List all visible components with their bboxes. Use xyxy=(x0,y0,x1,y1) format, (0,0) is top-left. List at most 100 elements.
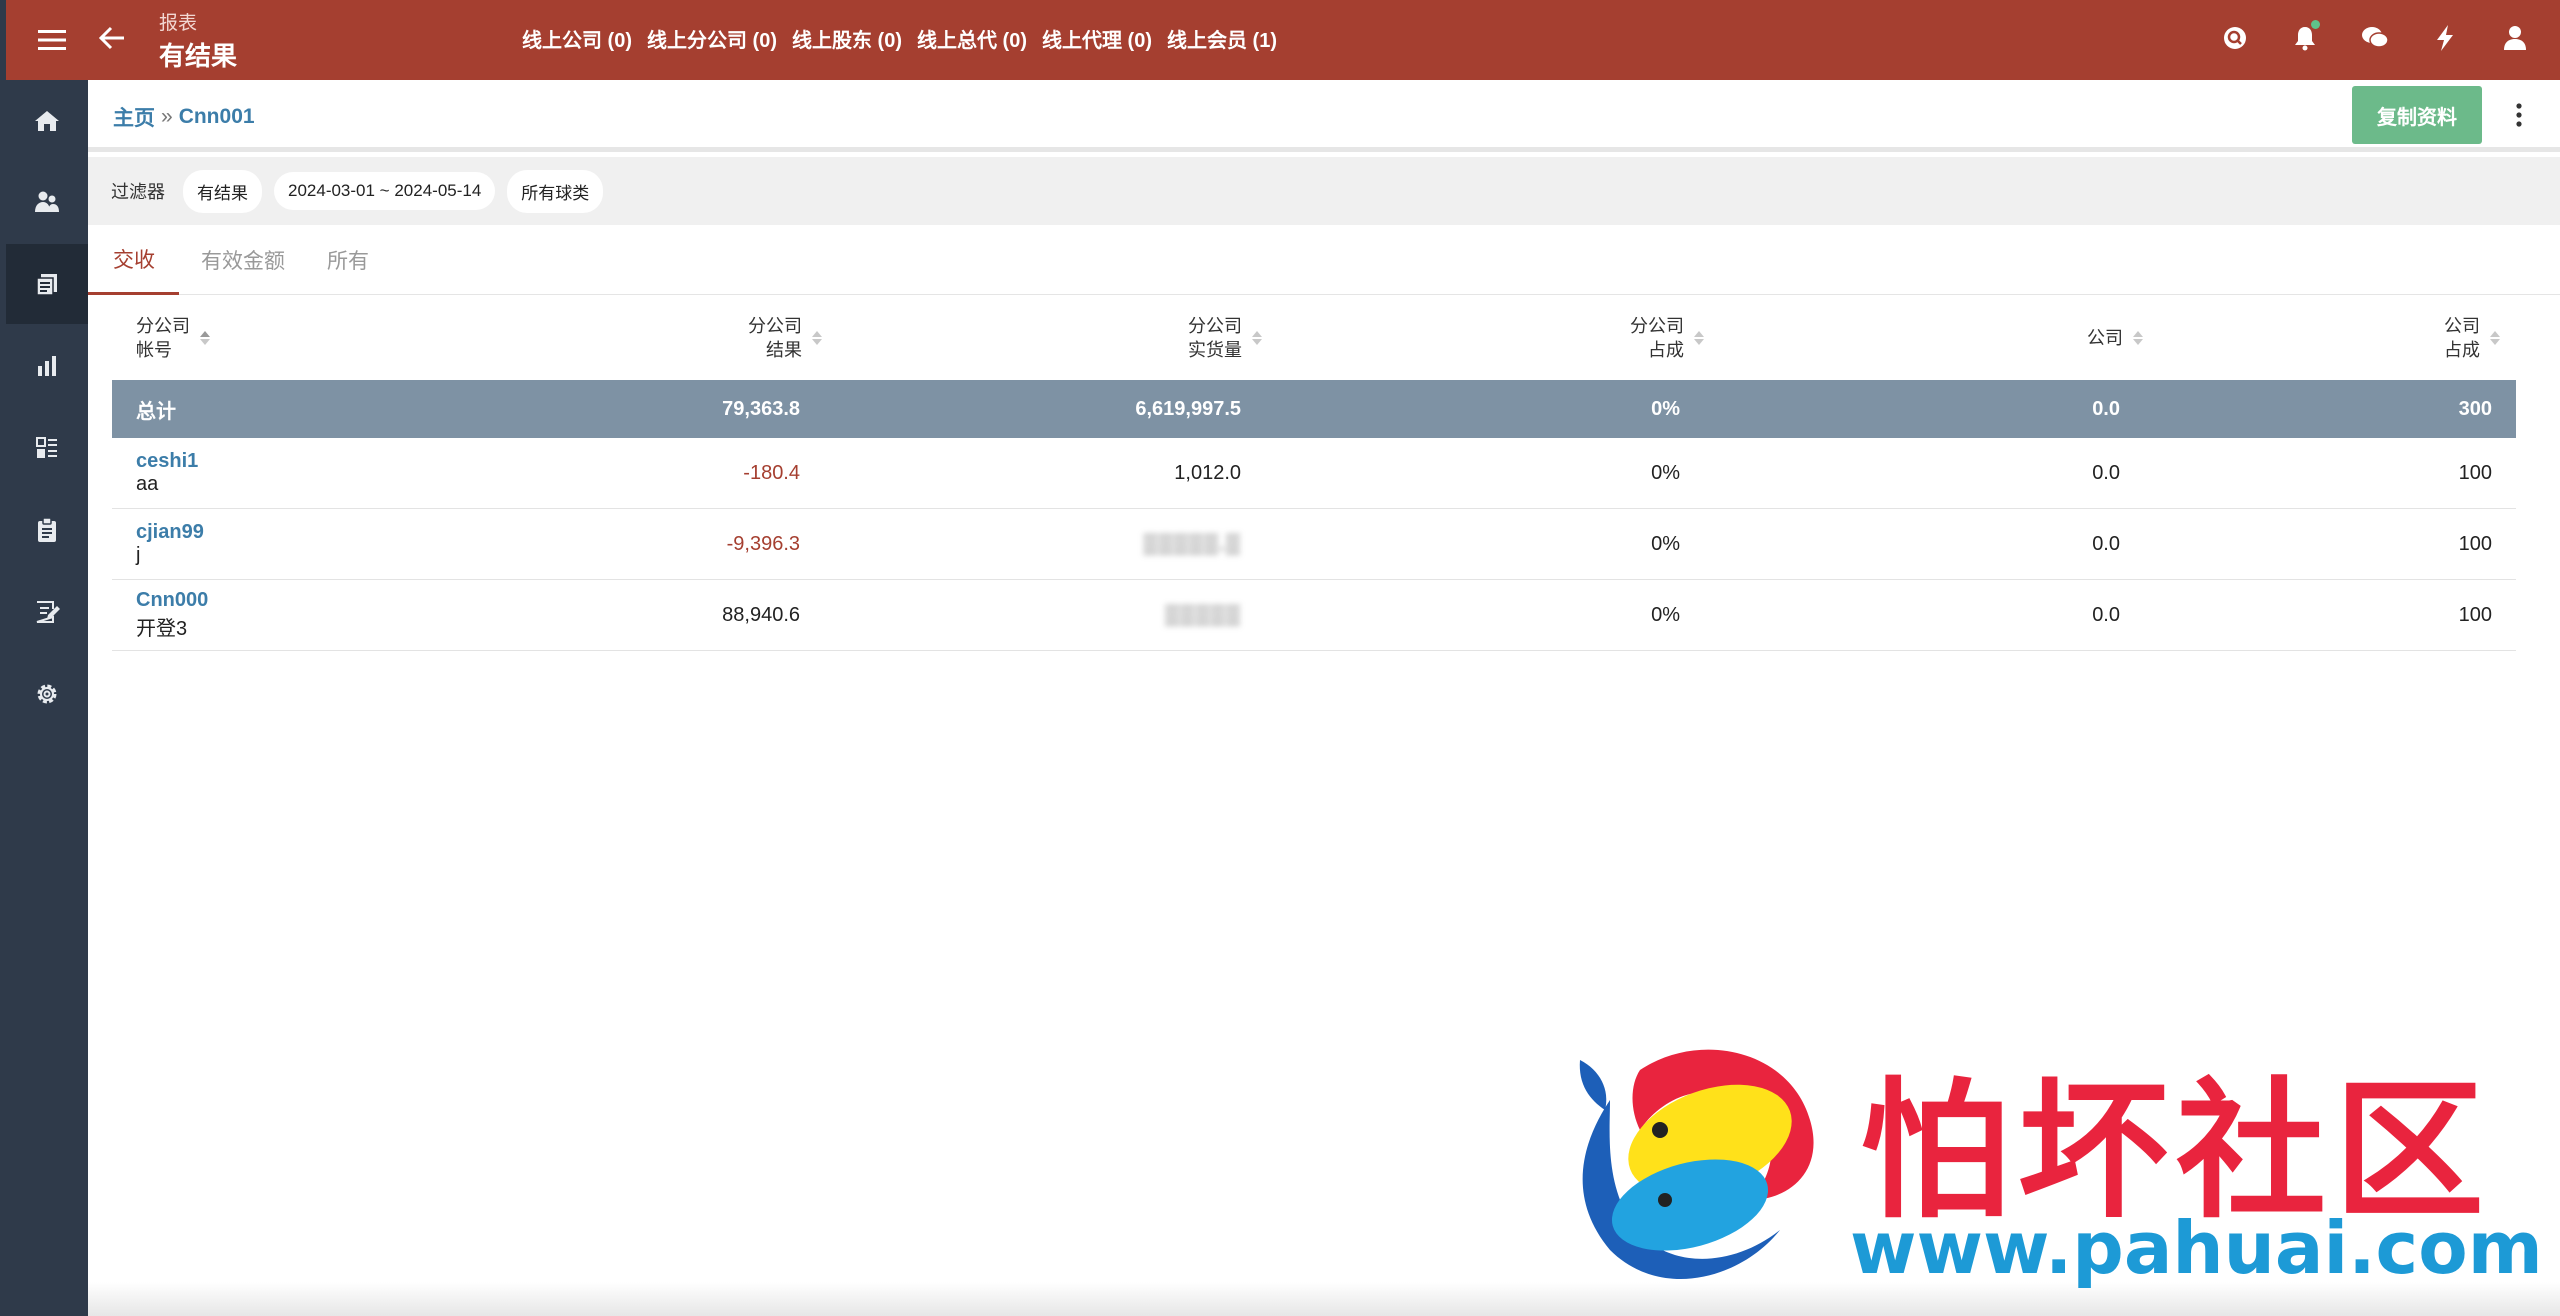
volume-value-blurred: ▒▒▒▒▒ xyxy=(1165,603,1241,626)
col-header-branch-result[interactable]: 分公司 结果 xyxy=(748,296,822,380)
account-name: aa xyxy=(136,473,159,495)
result-value: 88,940.6 xyxy=(722,603,800,626)
col-header-branch-share[interactable]: 分公司 占成 xyxy=(1630,296,1704,380)
nav-online-member[interactable]: 线上会员 (1) xyxy=(1167,24,1277,53)
sidebar-item-charts[interactable] xyxy=(6,326,88,406)
col-header-company-share[interactable]: 公司 占成 xyxy=(2444,296,2500,380)
total-label: 总计 xyxy=(136,400,176,423)
share-value: 0% xyxy=(1651,461,1680,484)
result-value: -180.4 xyxy=(743,461,800,484)
volume-value-blurred: ▒▒▒▒▒.▒ xyxy=(1143,532,1241,555)
volume-value: 1,012.0 xyxy=(1174,461,1241,484)
search-icon[interactable] xyxy=(2218,20,2252,56)
breadcrumb-home-link[interactable]: 主页 xyxy=(113,102,155,132)
watermark: 怕坏社区 www.pahuai.com xyxy=(1550,1030,2550,1310)
notification-badge xyxy=(2311,20,2320,29)
clipboard-icon xyxy=(38,517,56,542)
top-bar: 报表 有结果 线上公司 (0) 线上分公司 (0) 线上股东 (0) 线上总代 … xyxy=(0,0,2560,80)
bar-chart-icon xyxy=(38,356,56,376)
account-name: 开登3 xyxy=(136,618,188,640)
back-arrow-icon[interactable] xyxy=(94,20,130,56)
sort-icon xyxy=(200,331,210,345)
home-icon xyxy=(35,111,59,131)
fish-logo-icon xyxy=(1579,1049,1814,1279)
breadcrumb-current[interactable]: Cnn001 xyxy=(179,105,255,129)
report-table: 分公司 帐号 分公司 结果 分公司 实货量 分公司 占成 公司 公司 占成 总计… xyxy=(112,296,2516,651)
sort-icon xyxy=(812,331,822,345)
filter-label: 过滤器 xyxy=(111,182,165,202)
sort-icon xyxy=(2133,331,2143,345)
bell-icon[interactable] xyxy=(2288,20,2322,56)
top-nav: 线上公司 (0) 线上分公司 (0) 线上股东 (0) 线上总代 (0) 线上代… xyxy=(522,24,1292,53)
sort-icon xyxy=(2490,331,2500,345)
sidebar-item-clipboard[interactable] xyxy=(6,490,88,570)
tab-all[interactable]: 所有 xyxy=(327,225,369,295)
sidebar-item-home[interactable] xyxy=(6,81,88,161)
chat-icon[interactable] xyxy=(2358,20,2392,56)
sort-icon xyxy=(1694,331,1704,345)
page-title: 有结果 xyxy=(159,41,238,71)
top-icons xyxy=(2218,20,2532,56)
sidebar-item-settings[interactable] xyxy=(6,654,88,734)
nav-online-branch[interactable]: 线上分公司 (0) xyxy=(647,24,777,53)
user-icon[interactable] xyxy=(2498,20,2532,56)
nav-online-agent[interactable]: 线上代理 (0) xyxy=(1042,24,1152,53)
company-share-value: 100 xyxy=(2458,461,2492,484)
sort-icon xyxy=(1252,331,1262,345)
bolt-icon[interactable] xyxy=(2428,20,2462,56)
more-options-icon[interactable] xyxy=(2504,94,2534,136)
total-share: 0% xyxy=(1651,397,1680,420)
nav-online-company[interactable]: 线上公司 (0) xyxy=(522,24,632,53)
sidebar-item-edit-notes[interactable] xyxy=(6,572,88,652)
tab-valid-amount[interactable]: 有效金额 xyxy=(201,225,285,295)
company-value: 0.0 xyxy=(2092,603,2120,626)
users-icon xyxy=(35,191,59,212)
reports-icon xyxy=(36,274,57,296)
edit-note-icon xyxy=(36,601,60,623)
account-id-link[interactable]: ceshi1 xyxy=(136,450,198,473)
company-value: 0.0 xyxy=(2092,461,2120,484)
filter-bar: 过滤器 有结果 2024-03-01 ~ 2024-05-14 所有球类 xyxy=(88,157,2560,225)
copy-data-button[interactable]: 复制资料 xyxy=(2352,86,2482,144)
header-section: 报表 xyxy=(159,13,198,34)
col-header-company[interactable]: 公司 xyxy=(2087,296,2143,380)
company-value: 0.0 xyxy=(2092,532,2120,555)
tabs: 交收 有效金额 所有 xyxy=(88,225,2560,295)
account-cell: ceshi1 aa xyxy=(136,438,198,508)
col-header-branch-account[interactable]: 分公司 帐号 xyxy=(136,296,210,380)
hamburger-menu-icon[interactable] xyxy=(34,22,70,58)
company-share-value: 100 xyxy=(2458,603,2492,626)
account-cell: Cnn000 开登3 xyxy=(136,580,208,650)
total-company-share: 300 xyxy=(2458,397,2492,420)
settings-icon xyxy=(37,684,57,704)
tab-settlement[interactable]: 交收 xyxy=(88,225,179,295)
share-value: 0% xyxy=(1651,532,1680,555)
table-row: Cnn000 开登3 88,940.6 ▒▒▒▒▒ 0% 0.0 100 xyxy=(112,580,2516,651)
sidebar-item-reports[interactable] xyxy=(6,244,88,324)
filter-chip-sport-type[interactable]: 所有球类 xyxy=(507,169,604,213)
sidebar-item-users[interactable] xyxy=(6,162,88,242)
account-cell: cjian99 j xyxy=(136,509,204,579)
total-volume: 6,619,997.5 xyxy=(1135,397,1241,420)
account-id-link[interactable]: cjian99 xyxy=(136,521,204,544)
table-row: ceshi1 aa -180.4 1,012.0 0% 0.0 100 xyxy=(112,438,2516,509)
breadcrumb-separator: » xyxy=(161,105,173,128)
watermark-url: www.pahuai.com xyxy=(1850,1206,2543,1290)
result-value: -9,396.3 xyxy=(726,532,800,555)
table-total-row: 总计 79,363.8 6,619,997.5 0% 0.0 300 xyxy=(112,380,2516,438)
account-id-link[interactable]: Cnn000 xyxy=(136,589,208,612)
sidebar-item-list[interactable] xyxy=(6,408,88,488)
account-name: j xyxy=(136,544,141,566)
share-value: 0% xyxy=(1651,603,1680,626)
filter-chip-date-range[interactable]: 2024-03-01 ~ 2024-05-14 xyxy=(274,172,496,210)
col-header-branch-volume[interactable]: 分公司 实货量 xyxy=(1188,296,1262,380)
sidebar xyxy=(6,80,88,1316)
breadcrumb: 主页 » Cnn001 xyxy=(113,102,255,132)
list-icon xyxy=(36,437,57,458)
nav-online-general-agent[interactable]: 线上总代 (0) xyxy=(917,24,1027,53)
filter-chip-result[interactable]: 有结果 xyxy=(183,169,262,213)
table-row: cjian99 j -9,396.3 ▒▒▒▒▒.▒ 0% 0.0 100 xyxy=(112,509,2516,580)
breadcrumb-bar: 主页 » Cnn001 复制资料 xyxy=(88,80,2560,152)
nav-online-shareholder[interactable]: 线上股东 (0) xyxy=(792,24,902,53)
total-company: 0.0 xyxy=(2092,397,2120,420)
